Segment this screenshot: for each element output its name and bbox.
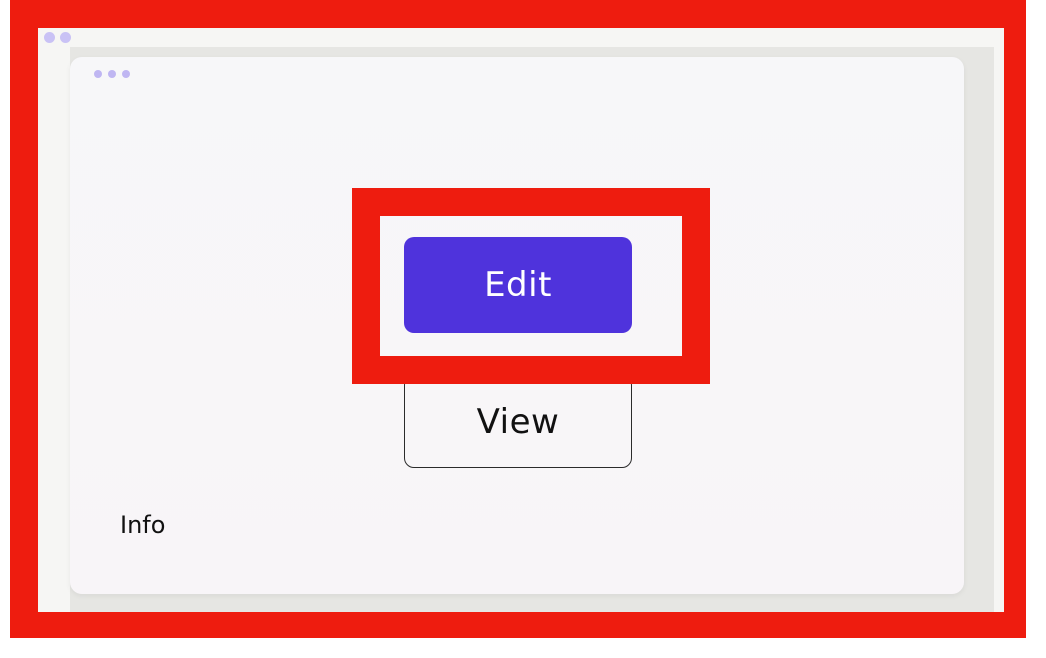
window-menu-icon[interactable]: [44, 32, 71, 43]
card-menu-dot: [122, 70, 130, 78]
info-label: Info: [120, 511, 166, 539]
window-dot: [60, 32, 71, 43]
card: Edit View Info: [70, 57, 964, 594]
viewport: Edit View Info: [0, 0, 1046, 658]
view-button[interactable]: View: [404, 375, 632, 468]
edit-button[interactable]: Edit: [404, 237, 632, 333]
card-menu-dot: [108, 70, 116, 78]
window-dot: [44, 32, 55, 43]
card-menu-icon[interactable]: [94, 70, 130, 78]
card-menu-dot: [94, 70, 102, 78]
